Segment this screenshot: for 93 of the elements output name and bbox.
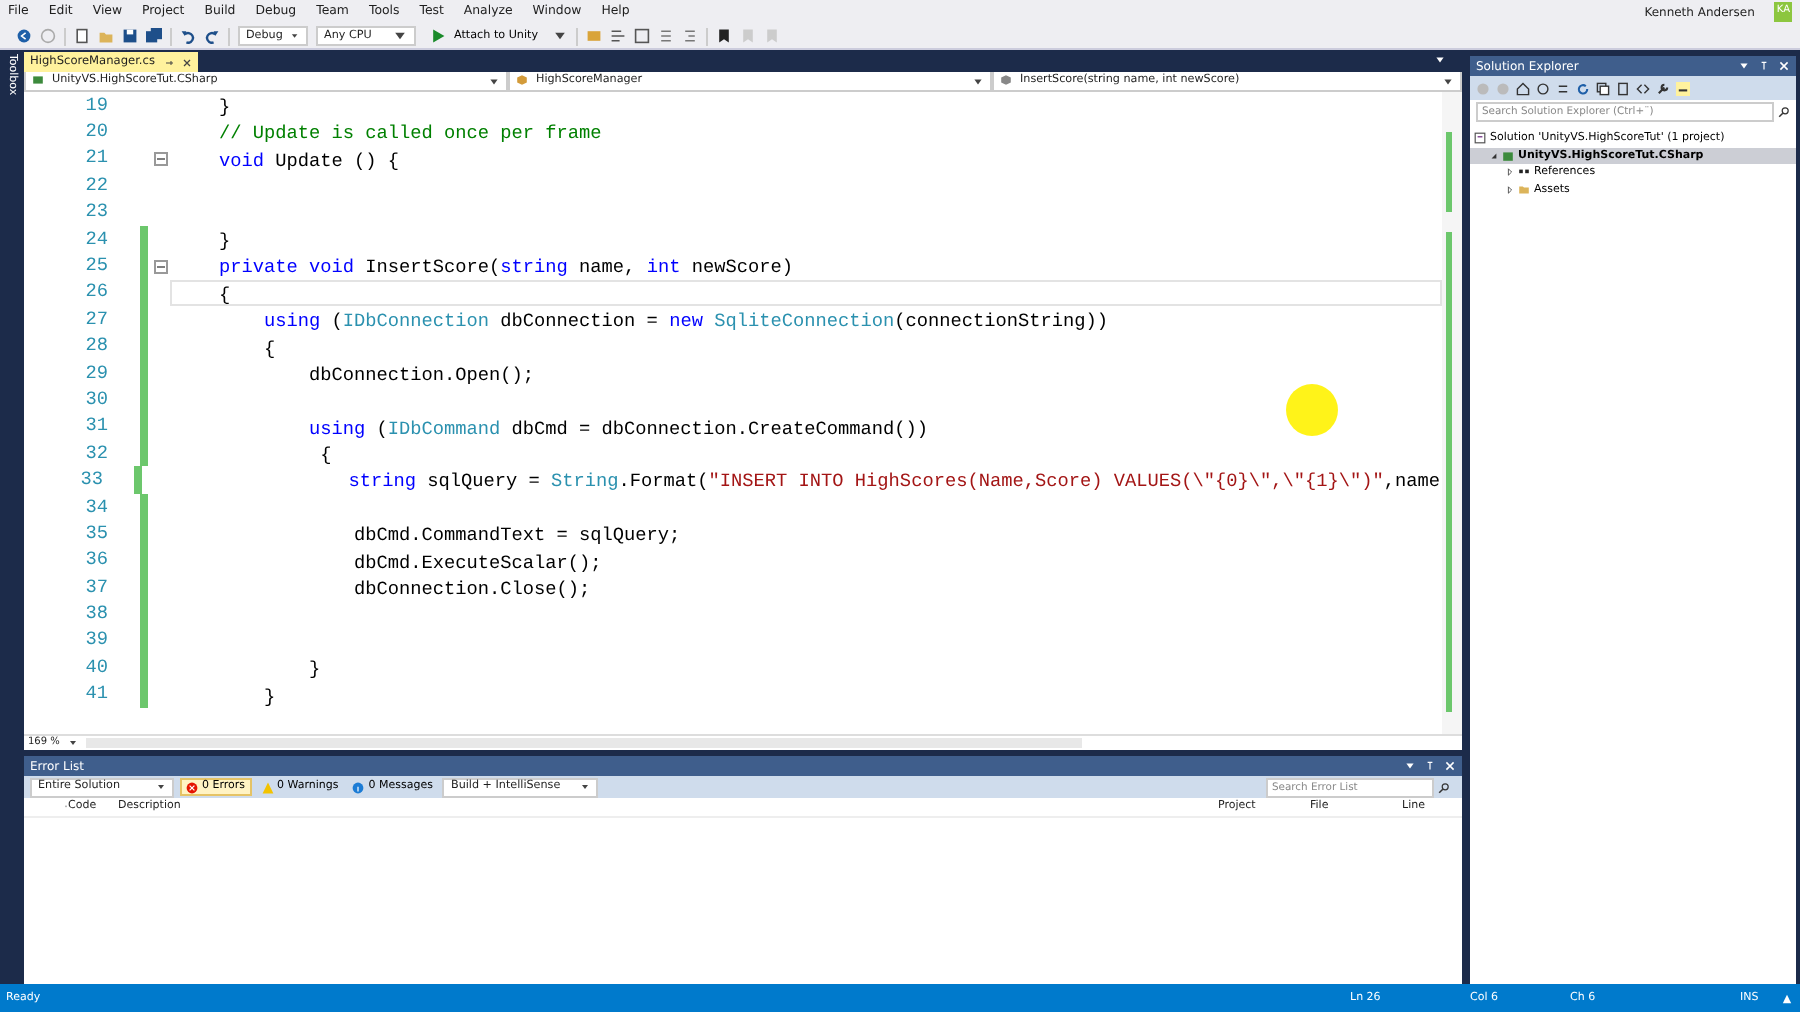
- history-icon[interactable]: [1536, 81, 1550, 95]
- method-icon: [1000, 74, 1012, 87]
- caret-icon: [392, 28, 408, 44]
- caret-icon[interactable]: [552, 28, 569, 44]
- code-line: string sqlQuery = String.Format("INSERT INTO HighScores(Name,Score) VALUES(\"{0}\",\"{1}\")",name: [346, 470, 1440, 493]
- class-icon: [516, 74, 528, 87]
- caret-icon: [156, 782, 166, 792]
- line-number: 35: [83, 519, 110, 548]
- caret-icon: [488, 75, 500, 87]
- line-number: 24: [83, 225, 110, 254]
- caret-icon[interactable]: [67, 738, 78, 748]
- minus-icon: [156, 153, 166, 164]
- window-icon[interactable]: [634, 28, 651, 44]
- caret-icon: [580, 782, 591, 792]
- line-number: 33: [78, 466, 105, 495]
- play-icon: [430, 28, 446, 44]
- code-line: using (IDbCommand dbCmd = dbConnection.CreateCommand()): [307, 417, 928, 440]
- references-icon: [1518, 166, 1530, 179]
- folder-icon: [1518, 183, 1530, 196]
- cursor-highlight: [1286, 384, 1338, 436]
- code-line: // Update is called once per frame: [217, 122, 602, 145]
- collapse-all-icon[interactable]: [1596, 81, 1610, 95]
- close-icon[interactable]: [181, 57, 191, 67]
- project-icon: [32, 74, 44, 87]
- solution-icon: [1474, 132, 1486, 145]
- line-number: 32: [83, 439, 110, 468]
- vertical-scrollbar[interactable]: [1442, 92, 1462, 734]
- line-number: 34: [83, 493, 110, 521]
- line-number: 41: [83, 680, 110, 709]
- line-number: 38: [83, 600, 110, 629]
- collapse-toggle[interactable]: [154, 151, 168, 166]
- code-line: }: [217, 96, 231, 118]
- code-line: {: [318, 444, 332, 467]
- code-line: dbConnection.Close();: [352, 578, 591, 601]
- redo-icon[interactable]: [204, 28, 220, 44]
- caret-icon: [972, 75, 984, 87]
- new-project-icon[interactable]: [74, 28, 90, 44]
- line-number: 21: [83, 144, 110, 173]
- line-number: 20: [83, 118, 110, 147]
- caret-icon[interactable]: [1738, 60, 1750, 72]
- code-line: using (IDbConnection dbConnection = new SqliteConnection(connectionString)): [262, 310, 1108, 333]
- code-line: }: [307, 658, 321, 681]
- collapse-toggle[interactable]: [154, 259, 168, 274]
- code-line: {: [262, 337, 276, 360]
- line-number: 28: [83, 332, 110, 361]
- line-number: 25: [83, 251, 110, 280]
- caret-icon: [290, 28, 300, 44]
- pin-icon[interactable]: [163, 57, 173, 67]
- save-all-icon[interactable]: [146, 28, 162, 44]
- line-number: 19: [83, 92, 110, 120]
- wrench-icon[interactable]: [1656, 81, 1670, 95]
- line-number: 40: [83, 653, 110, 682]
- preview-icon[interactable]: [1676, 81, 1690, 95]
- outdent-icon[interactable]: [682, 28, 699, 44]
- error-icon: [186, 781, 198, 793]
- code-line: private void InsertScore(string name, int newScore): [217, 256, 793, 279]
- warning-icon: [261, 781, 274, 793]
- code-line: dbCmd.CommandText = sqlQuery;: [352, 524, 681, 547]
- code-line: }: [217, 229, 231, 252]
- code-line: void Update () {: [217, 149, 400, 172]
- show-all-files-icon[interactable]: [1616, 81, 1630, 95]
- align-icon[interactable]: [610, 28, 627, 44]
- line-number: 39: [83, 626, 110, 655]
- horizontal-scrollbar[interactable]: [85, 738, 1082, 748]
- line-number: 27: [83, 305, 110, 334]
- line-number: 26: [83, 278, 110, 307]
- line-number: 22: [83, 171, 110, 200]
- bookmark-icon[interactable]: [716, 28, 733, 44]
- code-icon[interactable]: [1636, 81, 1650, 95]
- tab-list-icon[interactable]: [1434, 54, 1446, 66]
- home-icon[interactable]: [1516, 81, 1530, 95]
- undo-icon[interactable]: [180, 28, 196, 44]
- line-number: 37: [83, 573, 110, 602]
- line-number: 31: [83, 412, 110, 441]
- line-number: 36: [83, 546, 110, 575]
- message-icon: [352, 781, 365, 793]
- minus-icon: [156, 261, 166, 272]
- line-number: 23: [83, 198, 110, 227]
- caret-icon: [1442, 75, 1454, 87]
- indent-icon[interactable]: [658, 28, 675, 44]
- search-icon: [1438, 781, 1450, 793]
- caret-icon[interactable]: [1404, 760, 1416, 772]
- code-line: dbCmd.ExecuteScalar();: [352, 551, 602, 574]
- line-number: 29: [83, 359, 110, 388]
- refresh-icon[interactable]: [1576, 81, 1590, 95]
- save-icon[interactable]: [122, 28, 138, 44]
- code-line: }: [262, 685, 276, 708]
- notification-icon[interactable]: [1780, 991, 1794, 1005]
- project-icon: [1502, 149, 1514, 162]
- search-icon: [1778, 106, 1790, 118]
- line-number: 30: [83, 385, 110, 414]
- code-line: dbConnection.Open();: [307, 363, 535, 386]
- code-line: {: [217, 283, 231, 306]
